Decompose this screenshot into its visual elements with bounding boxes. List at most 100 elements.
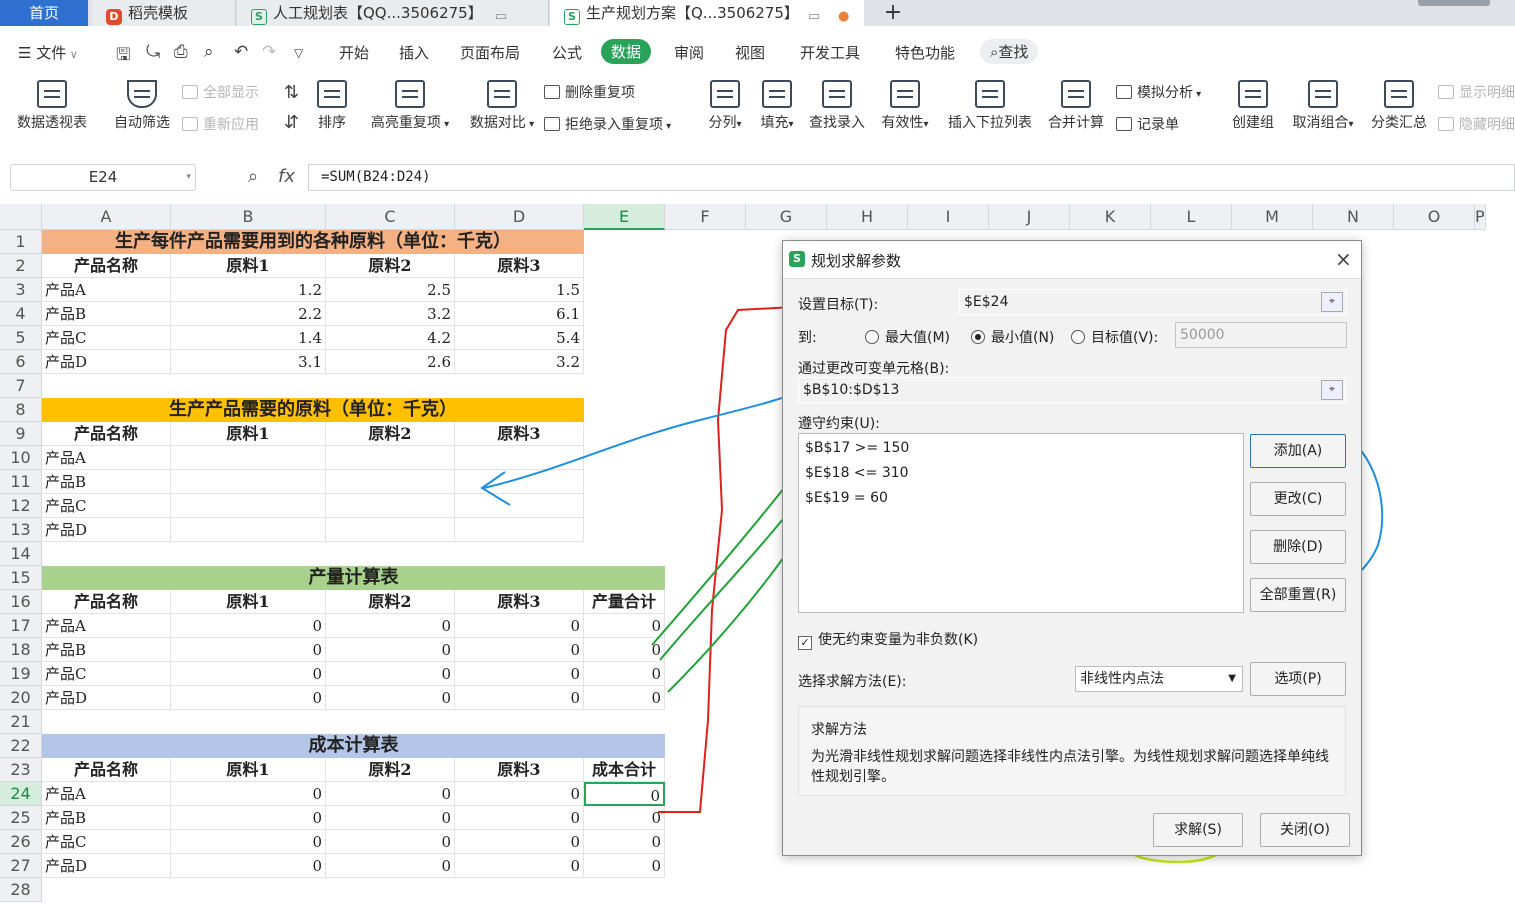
product-name[interactable]: 产品A — [42, 782, 171, 806]
row-header-8[interactable]: 8 — [0, 398, 42, 422]
usage-value[interactable]: 1.2 — [171, 278, 326, 302]
header-d9[interactable]: 原料3 — [455, 422, 584, 446]
row-header-23[interactable]: 23 — [0, 758, 42, 782]
cost-value[interactable]: 0 — [171, 854, 326, 878]
cost-value[interactable]: 0 — [455, 782, 584, 806]
column-header-f[interactable]: F — [665, 204, 746, 230]
cost-value[interactable]: 0 — [326, 854, 455, 878]
variable-cell[interactable] — [455, 446, 584, 470]
column-header-l[interactable]: L — [1151, 204, 1232, 230]
change-constraint-button[interactable]: 更改(C) — [1250, 482, 1346, 516]
tab-docer[interactable]: D 稻壳模板 — [92, 0, 236, 26]
header-c9[interactable]: 原料2 — [326, 422, 455, 446]
menu-developer[interactable]: 开发工具 — [800, 42, 860, 63]
highlight-duplicates-button[interactable]: 高亮重复项 ▾ — [366, 80, 454, 132]
column-header-g[interactable]: G — [746, 204, 827, 230]
row-header-2[interactable]: 2 — [0, 254, 42, 278]
qty-value[interactable]: 0 — [455, 614, 584, 638]
row-header-10[interactable]: 10 — [0, 446, 42, 470]
qty-value[interactable]: 0 — [455, 638, 584, 662]
radio-max[interactable]: 最大值(M) — [865, 327, 950, 347]
usage-value[interactable]: 1.4 — [171, 326, 326, 350]
usage-value[interactable]: 3.1 — [171, 350, 326, 374]
sort-desc-icon[interactable]: ⇵ — [284, 112, 299, 133]
hide-detail-button[interactable]: 隐藏明细 — [1438, 114, 1515, 134]
search-button[interactable]: ⌕查找 — [980, 39, 1039, 64]
row-header-7[interactable]: 7 — [0, 374, 42, 398]
active-cell-e24[interactable]: 0 — [584, 782, 665, 806]
menu-review[interactable]: 审阅 — [674, 42, 704, 63]
variable-cell[interactable] — [455, 470, 584, 494]
product-name[interactable]: 产品B — [42, 470, 171, 494]
what-if-analysis-button[interactable]: 模拟分析 ▾ — [1116, 82, 1201, 102]
header-a16[interactable]: 产品名称 — [42, 590, 171, 614]
row-header-9[interactable]: 9 — [0, 422, 42, 446]
radio-min[interactable]: 最小值(N) — [971, 327, 1054, 347]
split-column-button[interactable]: 分列▾ — [704, 80, 746, 132]
header-b2[interactable]: 原料1 — [171, 254, 326, 278]
reapply-button[interactable]: 重新应用 — [182, 114, 259, 134]
fx-icon[interactable]: fx — [278, 166, 295, 187]
header-c2[interactable]: 原料2 — [326, 254, 455, 278]
product-name[interactable]: 产品A — [42, 446, 171, 470]
header-b9[interactable]: 原料1 — [171, 422, 326, 446]
file-menu[interactable]: ☰ 文件 ∨ — [18, 42, 78, 63]
menu-home[interactable]: 开始 — [339, 42, 369, 63]
header-a23[interactable]: 产品名称 — [42, 758, 171, 782]
cost-value[interactable]: 0 — [326, 806, 455, 830]
variable-cell[interactable] — [326, 518, 455, 542]
product-name[interactable]: 产品C — [42, 662, 171, 686]
variable-cell[interactable] — [455, 494, 584, 518]
table-title-cost[interactable]: 成本计算表 — [42, 734, 665, 758]
validity-button[interactable]: 有效性▾ — [876, 80, 934, 132]
usage-value[interactable]: 2.2 — [171, 302, 326, 326]
row-header-24[interactable]: 24 — [0, 782, 42, 806]
reject-duplicates-button[interactable]: 拒绝录入重复项 ▾ — [544, 114, 671, 134]
column-header-o[interactable]: O — [1394, 204, 1475, 230]
qty-value[interactable]: 0 — [326, 662, 455, 686]
header-d23[interactable]: 原料3 — [455, 758, 584, 782]
column-header-m[interactable]: M — [1232, 204, 1313, 230]
variable-cell[interactable] — [171, 470, 326, 494]
print-icon[interactable]: ⎙ — [174, 42, 188, 62]
subtotal-button[interactable]: 分类汇总 — [1368, 80, 1430, 132]
qty-value[interactable]: 0 — [171, 638, 326, 662]
zoom-icon[interactable]: ⌕ — [248, 166, 258, 187]
qty-total[interactable]: 0 — [584, 686, 665, 710]
autofilter-button[interactable]: 自动筛选 — [108, 80, 176, 132]
options-button[interactable]: 选项(P) — [1250, 662, 1346, 696]
product-name[interactable]: 产品C — [42, 830, 171, 854]
row-header-17[interactable]: 17 — [0, 614, 42, 638]
column-header-e[interactable]: E — [584, 204, 665, 230]
row-header-22[interactable]: 22 — [0, 734, 42, 758]
row-header-27[interactable]: 27 — [0, 854, 42, 878]
column-header-n[interactable]: N — [1313, 204, 1394, 230]
variable-cell[interactable] — [455, 518, 584, 542]
usage-value[interactable]: 1.5 — [455, 278, 584, 302]
usage-value[interactable]: 2.6 — [326, 350, 455, 374]
cost-total[interactable]: 0 — [584, 806, 665, 830]
row-header-11[interactable]: 11 — [0, 470, 42, 494]
row-header-28[interactable]: 28 — [0, 878, 42, 902]
cost-value[interactable]: 0 — [326, 782, 455, 806]
export-icon[interactable]: ⤿ — [146, 42, 160, 62]
qty-value[interactable]: 0 — [455, 686, 584, 710]
close-icon[interactable]: × — [1335, 247, 1352, 271]
row-header-3[interactable]: 3 — [0, 278, 42, 302]
header-e23[interactable]: 成本合计 — [584, 758, 665, 782]
remove-duplicates-button[interactable]: 删除重复项 — [544, 82, 635, 102]
row-header-1[interactable]: 1 — [0, 230, 42, 254]
row-header-14[interactable]: 14 — [0, 542, 42, 566]
quick-access-dropdown-icon[interactable]: ▽ — [294, 46, 303, 60]
qty-value[interactable]: 0 — [455, 662, 584, 686]
product-name[interactable]: 产品D — [42, 518, 171, 542]
row-header-19[interactable]: 19 — [0, 662, 42, 686]
tab-home[interactable]: 首页 — [0, 0, 88, 26]
column-header-k[interactable]: K — [1070, 204, 1151, 230]
variable-cell[interactable] — [171, 446, 326, 470]
cost-value[interactable]: 0 — [171, 830, 326, 854]
table-title-production[interactable]: 产量计算表 — [42, 566, 665, 590]
menu-special[interactable]: 特色功能 — [895, 42, 955, 63]
product-name[interactable]: 产品B — [42, 806, 171, 830]
change-cells-input[interactable]: $B$10:$D$13 — [798, 377, 1346, 403]
